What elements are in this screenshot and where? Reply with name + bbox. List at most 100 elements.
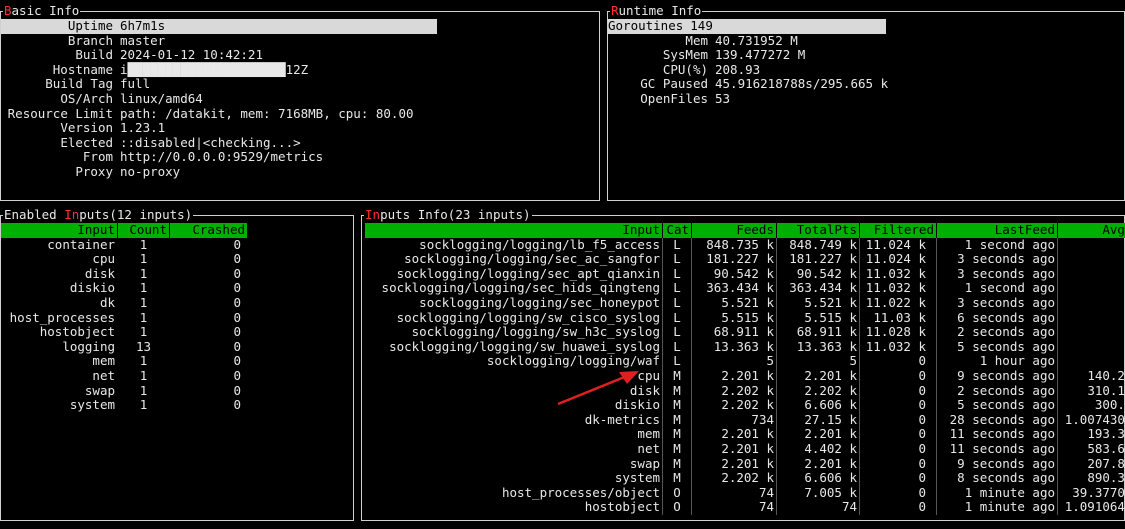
runtime-info-value: 40.731952 M xyxy=(715,32,798,48)
table-row: memM2.201 k2.201 k011 seconds ago193.357 xyxy=(365,427,1125,442)
table-cell: 2 seconds ago xyxy=(936,325,1058,340)
column-header[interactable]: Count xyxy=(117,222,170,238)
basic-info-row: OS/Arch linux/amd64 xyxy=(1,91,203,107)
runtime-info-row: Mem 40.731952 M xyxy=(608,32,798,49)
table-cell: M xyxy=(662,412,692,428)
column-header[interactable]: TotalPts xyxy=(776,222,860,238)
column-header[interactable]: Crashed xyxy=(169,222,247,238)
table-row: system 1 0 xyxy=(1,398,247,413)
column-header[interactable]: Feeds xyxy=(691,222,777,238)
basic-info-row: Hostname i█████████████████████12Z xyxy=(1,62,308,78)
table-cell: dk xyxy=(99,294,115,310)
column-header[interactable]: Cat xyxy=(662,222,692,238)
table-cell: diskio xyxy=(69,280,115,296)
table-cell: 2.202 k xyxy=(691,398,777,413)
table-cell: 0 xyxy=(169,310,247,326)
table-cell: 0 xyxy=(169,339,247,355)
table-cell: 1 xyxy=(117,266,170,282)
runtime-info-value: 45.916218788s/295.665 k xyxy=(715,76,889,92)
table-row: swap 1 0 xyxy=(1,383,247,399)
table-cell: system xyxy=(69,397,115,413)
table-cell: 1 xyxy=(117,295,170,311)
basic-info-panel: Basic Info Uptime 6h7m1s Branch master Build… xyxy=(0,4,600,201)
table-cell: 1 xyxy=(117,325,170,340)
basic-info-value: ::disabled|<checking...> xyxy=(120,134,301,150)
runtime-info-row: OpenFiles 53 xyxy=(608,91,730,107)
table-cell: L xyxy=(662,310,692,326)
basic-info-value: linux/amd64 xyxy=(120,91,203,106)
table-cell: 1 xyxy=(117,252,170,267)
table-cell: 5 seconds ago xyxy=(936,398,1058,413)
basic-info-title: Basic Info xyxy=(3,3,81,18)
column-header[interactable]: Filtered xyxy=(859,222,937,238)
basic-info-key: Build Tag xyxy=(45,76,113,92)
table-cell: 140.288 xyxy=(1057,368,1125,384)
table-cell: socklogging/logging/sec_hids_qingteng xyxy=(381,280,660,296)
table-cell: L xyxy=(662,295,692,311)
table-cell: mem xyxy=(637,426,660,442)
table-cell: 0 xyxy=(169,368,247,384)
table-cell: socklogging/logging/sw_huawei_syslog xyxy=(389,338,660,354)
table-row: socklogging/logging/sw_huawei_syslog L 13.… xyxy=(365,338,1125,355)
table-cell: 848.735 k xyxy=(691,237,777,253)
table-cell: socklogging/logging/sec_apt_qianxin xyxy=(396,265,660,281)
table-cell xyxy=(1057,281,1125,296)
column-header[interactable]: LastFeed xyxy=(936,222,1058,238)
table-cell: 2.201 k xyxy=(691,441,777,457)
runtime-info-key: OpenFiles xyxy=(640,91,708,106)
table-cell: socklogging/logging/sw_cisco_syslog xyxy=(396,309,660,325)
table-cell: 11.032 k xyxy=(859,339,937,355)
table-cell: - xyxy=(1057,354,1125,369)
basic-info-row: Build Tag full xyxy=(1,77,150,92)
runtime-info-key: Goroutines xyxy=(608,18,684,33)
basic-info-row: Uptime 6h7m1s xyxy=(1,18,437,34)
table-row: container 1 0 xyxy=(1,236,247,253)
table-cell: 734 xyxy=(691,412,777,428)
column-header[interactable]: Input xyxy=(1,222,118,238)
table-row: disk 1 0 xyxy=(1,266,247,282)
table-cell: 0 xyxy=(169,354,247,369)
table-cell: 1 xyxy=(117,383,170,399)
table-cell: L xyxy=(662,266,692,282)
table-cell: 310.131 xyxy=(1057,383,1125,399)
table-cell: 2.201 k xyxy=(776,368,860,384)
table-cell: 13.363 k xyxy=(776,339,860,355)
table-cell: 13 xyxy=(117,339,170,355)
table-cell: 27.15 k xyxy=(776,412,860,428)
table-cell: 193.357 xyxy=(1057,427,1125,442)
runtime-info-key: CPU(%) xyxy=(662,61,708,77)
table-row: dk-metrics M 734 27.15 k 0 28 seconds ago 1.00… xyxy=(365,412,1125,428)
basic-info-value: http://0.0.0.0:9529/metrics xyxy=(120,149,324,165)
table-cell: host_processes xyxy=(9,309,115,325)
table-cell: 28 seconds ago xyxy=(936,412,1058,428)
table-cell: 1.09106462 xyxy=(1057,500,1125,515)
table-cell: 90.542 k xyxy=(691,266,777,282)
table-cell: 2.202 k xyxy=(776,383,860,399)
inputs-info-title: Inputs Info(23 inputs) xyxy=(364,207,532,222)
table-cell: 7.005 k xyxy=(776,485,860,501)
table-cell: socklogging/logging/sec_honeypot xyxy=(419,294,660,310)
table-cell: 1 xyxy=(117,368,170,384)
table-cell: 181.227 k xyxy=(776,252,860,267)
table-cell: 0 xyxy=(169,325,247,340)
table-cell: M xyxy=(662,383,692,399)
table-cell: 0 xyxy=(859,485,937,501)
table-cell: 1 xyxy=(117,310,170,326)
table-cell: 1 hour ago xyxy=(936,354,1058,369)
column-header[interactable]: Input xyxy=(365,222,663,238)
table-cell: 74 xyxy=(776,500,860,515)
table-cell: L xyxy=(662,281,692,296)
table-row: diskio 1 0 xyxy=(1,281,247,296)
basic-info-key: Proxy xyxy=(75,164,113,179)
table-cell: 0 xyxy=(859,456,937,472)
table-cell: 0 xyxy=(859,441,937,457)
table-cell: 1.00743006 xyxy=(1057,412,1125,428)
column-header[interactable]: AvgCo xyxy=(1057,222,1125,238)
table-cell xyxy=(1057,295,1125,311)
table-row: socklogging/logging/wafL5501 hour ago- xyxy=(365,354,1125,369)
table-row: socklogging/logging/sw_cisco_syslog L 5.51… xyxy=(365,309,1125,326)
table-cell: 74 xyxy=(691,500,777,515)
table-cell: 181.227 k xyxy=(691,252,777,267)
table-cell: container xyxy=(47,236,115,252)
table-cell: L xyxy=(662,252,692,267)
